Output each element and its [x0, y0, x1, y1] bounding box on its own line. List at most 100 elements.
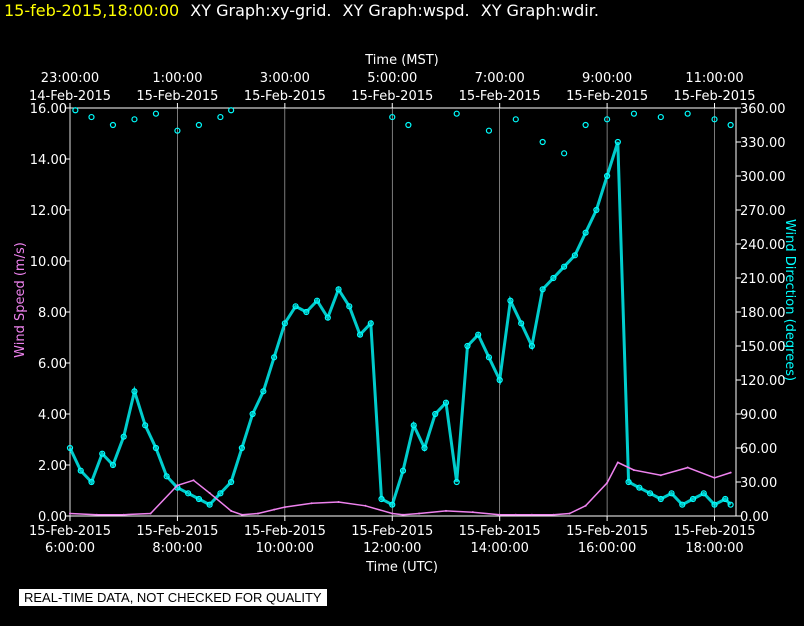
left-tick-label: 2.00 — [38, 459, 67, 474]
left-tick-label: 4.00 — [38, 408, 67, 423]
right-tick-label: 300.00 — [740, 170, 786, 185]
right-tick-label: 240.00 — [740, 238, 786, 253]
wspd-point — [632, 469, 635, 472]
left-tick-label: 0.00 — [38, 510, 67, 525]
top-tick-time: 5:00:00 — [367, 71, 417, 86]
wspd-point — [149, 512, 152, 515]
wspd-point — [240, 513, 243, 516]
wspd-point — [310, 502, 313, 505]
top-tick-date: 15-Feb-2015 — [459, 89, 541, 104]
wspd-point — [391, 512, 394, 515]
wspd-point — [659, 474, 662, 477]
wdir-point — [131, 116, 138, 123]
left-tick-label: 14.00 — [30, 153, 67, 168]
wind-chart: Time (MST) Time (UTC) Wind Speed (m/s) W… — [13, 53, 797, 575]
top-tick-time: 3:00:00 — [260, 71, 310, 86]
top-tick-date: 15-Feb-2015 — [351, 89, 433, 104]
wspd-point — [552, 513, 555, 516]
wdir-point — [72, 107, 79, 114]
right-tick-label: 120.00 — [740, 374, 786, 389]
wdir-point — [684, 110, 691, 117]
right-tick-label: 210.00 — [740, 272, 786, 287]
wdir-point — [512, 116, 519, 123]
top-tick-time: 1:00:00 — [152, 71, 202, 86]
plot-layer: 15-Feb-2015 6:00:00 15-Feb-2015 8:00:00 15-F… — [29, 71, 786, 556]
bottom-tick-date: 15-Feb-2015 — [244, 524, 326, 539]
right-tick-label: 60.00 — [740, 442, 777, 457]
right-tick-label: 270.00 — [740, 204, 786, 219]
left-axis-title: Wind Speed (m/s) — [13, 242, 28, 358]
wspd-point — [208, 492, 211, 495]
wspd-point — [122, 513, 125, 516]
wspd-point — [176, 484, 179, 487]
top-tick-time: 11:00:00 — [685, 71, 743, 86]
wspd-point — [418, 512, 421, 515]
right-tick-label: 150.00 — [740, 340, 786, 355]
wdir-point — [152, 110, 160, 117]
bottom-tick-time: 18:00:00 — [685, 541, 743, 556]
wspd-point — [616, 461, 619, 464]
wspd-point — [95, 513, 98, 516]
bottom-axis-title: Time (UTC) — [365, 560, 438, 575]
wspd-point — [498, 513, 501, 516]
wdir-point — [88, 113, 95, 121]
wspd-point — [568, 512, 571, 515]
wdir-point — [109, 121, 117, 129]
wdir-point — [485, 127, 493, 134]
bottom-tick-date: 15-Feb-2015 — [351, 524, 433, 539]
wspd-point — [283, 506, 286, 509]
wspd-point — [444, 509, 447, 512]
wdir-point — [630, 110, 638, 117]
bottom-tick-time: 6:00:00 — [45, 541, 95, 556]
wspd-point — [256, 512, 259, 515]
wspd-point — [402, 513, 404, 516]
bottom-tick-time: 10:00:00 — [256, 541, 314, 556]
left-tick-label: 10.00 — [30, 255, 67, 270]
wdir-point — [727, 121, 734, 129]
bottom-tick-date: 15-Feb-2015 — [29, 524, 111, 539]
top-tick-time: 7:00:00 — [475, 71, 525, 86]
right-tick-label: 90.00 — [740, 408, 777, 423]
top-axis-title: Time (MST) — [364, 53, 439, 68]
top-tick-date: 15-Feb-2015 — [244, 89, 326, 104]
wdir-point — [561, 150, 568, 157]
wspd-point — [686, 466, 689, 469]
wdir-point — [228, 107, 235, 114]
left-tick-label: 8.00 — [38, 306, 67, 321]
wdir-point — [657, 113, 664, 121]
wdir-point — [195, 121, 203, 129]
bottom-tick-date: 15-Feb-2015 — [674, 524, 756, 539]
right-tick-label: 330.00 — [740, 136, 786, 151]
right-tick-label: 30.00 — [740, 476, 777, 491]
wdir-point — [539, 138, 546, 146]
top-tick-date: 15-Feb-2015 — [136, 89, 218, 104]
bottom-tick-date: 15-Feb-2015 — [136, 524, 218, 539]
bottom-tick-time: 16:00:00 — [578, 541, 636, 556]
right-tick-label: 0.00 — [740, 510, 769, 525]
top-tick-date: 15-Feb-2015 — [566, 89, 648, 104]
left-tick-label: 6.00 — [38, 357, 67, 372]
top-tick-time: 23:00:00 — [41, 71, 99, 86]
wspd-point — [530, 513, 533, 516]
left-tick-label: 12.00 — [30, 204, 67, 219]
wspd-point — [69, 512, 71, 515]
wspd-point — [192, 479, 195, 482]
wdir-point — [582, 121, 589, 129]
wdir-point — [405, 121, 412, 129]
wdir-point — [217, 113, 224, 121]
wspd-point — [471, 511, 474, 514]
left-tick-label: 16.00 — [30, 102, 67, 117]
right-tick-label: 180.00 — [740, 306, 786, 321]
bottom-tick-date: 15-Feb-2015 — [566, 524, 648, 539]
wspd-point — [230, 509, 233, 512]
bottom-tick-time: 8:00:00 — [152, 541, 202, 556]
bottom-tick-time: 14:00:00 — [470, 541, 528, 556]
wspd-point — [584, 504, 587, 507]
quality-disclaimer: REAL-TIME DATA, NOT CHECKED FOR QUALITY — [19, 589, 327, 606]
wspd-point — [364, 504, 367, 507]
plot-frame — [69, 107, 737, 517]
wspd-point — [729, 471, 732, 474]
wdir-point — [453, 110, 460, 117]
wspd-point — [713, 476, 716, 479]
wspd-point — [514, 513, 517, 516]
